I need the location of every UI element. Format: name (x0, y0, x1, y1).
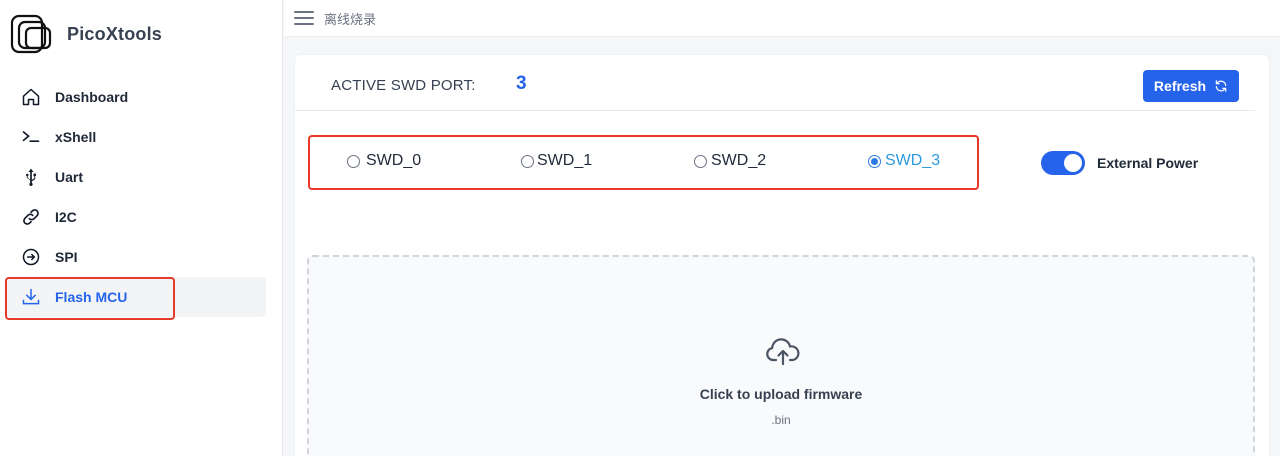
upload-file-hint: .bin (771, 413, 791, 427)
home-icon (20, 86, 42, 108)
refresh-button-label: Refresh (1153, 78, 1207, 94)
external-power-toggle[interactable] (1041, 151, 1085, 175)
radio-circle (694, 154, 707, 168)
download-icon (20, 286, 42, 308)
terminal-icon (20, 126, 42, 148)
radio-swd-1[interactable]: SWD_1 (521, 152, 592, 170)
cloud-upload-icon (766, 338, 800, 366)
firmware-upload-dropzone[interactable]: Click to upload firmware .bin (307, 255, 1255, 456)
refresh-icon (1214, 79, 1228, 93)
breadcrumb: 离线烧录 (324, 11, 377, 27)
link-icon (20, 206, 42, 228)
radio-label: SWD_1 (537, 152, 593, 169)
radio-swd-3[interactable]: SWD_3 (868, 152, 940, 170)
radio-swd-2[interactable]: SWD_2 (694, 152, 766, 170)
topbar: 离线烧录 (284, 0, 1280, 37)
radio-circle (347, 154, 360, 168)
picoxtools-logo-icon (10, 14, 52, 54)
radio-label: SWD_2 (711, 152, 767, 169)
menu-toggle-icon[interactable] (294, 11, 314, 25)
sidebar-item-label: Uart (55, 169, 84, 185)
active-port-row: ACTIVE SWD PORT: 3 Refresh (295, 55, 1255, 111)
toggle-knob (1064, 154, 1082, 172)
active-port-value: 3 (516, 73, 527, 94)
sidebar-item-label: SPI (55, 249, 78, 265)
sidebar-nav: Dashboard xShell Uart I2C SPI Flash MCU (6, 77, 266, 317)
sidebar-item-label: xShell (55, 129, 97, 145)
app-name: PicoXtools (67, 23, 163, 44)
sidebar-item-label: Flash MCU (55, 289, 128, 305)
brand[interactable]: PicoXtools (10, 12, 162, 56)
sidebar-item-uart[interactable]: Uart (6, 157, 266, 197)
refresh-button[interactable]: Refresh (1143, 70, 1239, 102)
active-port-label: ACTIVE SWD PORT: (331, 77, 476, 94)
sidebar-item-label: Dashboard (55, 89, 129, 105)
radio-label: SWD_0 (366, 152, 422, 169)
sidebar-item-i2c[interactable]: I2C (6, 197, 266, 237)
radio-circle (868, 154, 881, 168)
radio-circle (521, 154, 534, 168)
external-power-label: External Power (1097, 155, 1199, 171)
sidebar-item-label: I2C (55, 209, 77, 225)
sidebar: PicoXtools Dashboard xShell Uart I2C SPI… (0, 0, 283, 456)
radio-label: SWD_3 (885, 152, 941, 169)
sidebar-item-flash-mcu[interactable]: Flash MCU (6, 277, 266, 317)
sidebar-item-dashboard[interactable]: Dashboard (6, 77, 266, 117)
sidebar-item-spi[interactable]: SPI (6, 237, 266, 277)
sidebar-item-xshell[interactable]: xShell (6, 117, 266, 157)
usb-icon (20, 166, 42, 188)
radio-swd-0[interactable]: SWD_0 (347, 152, 421, 170)
upload-title: Click to upload firmware (699, 386, 863, 402)
arrow-circle-icon (20, 246, 42, 268)
